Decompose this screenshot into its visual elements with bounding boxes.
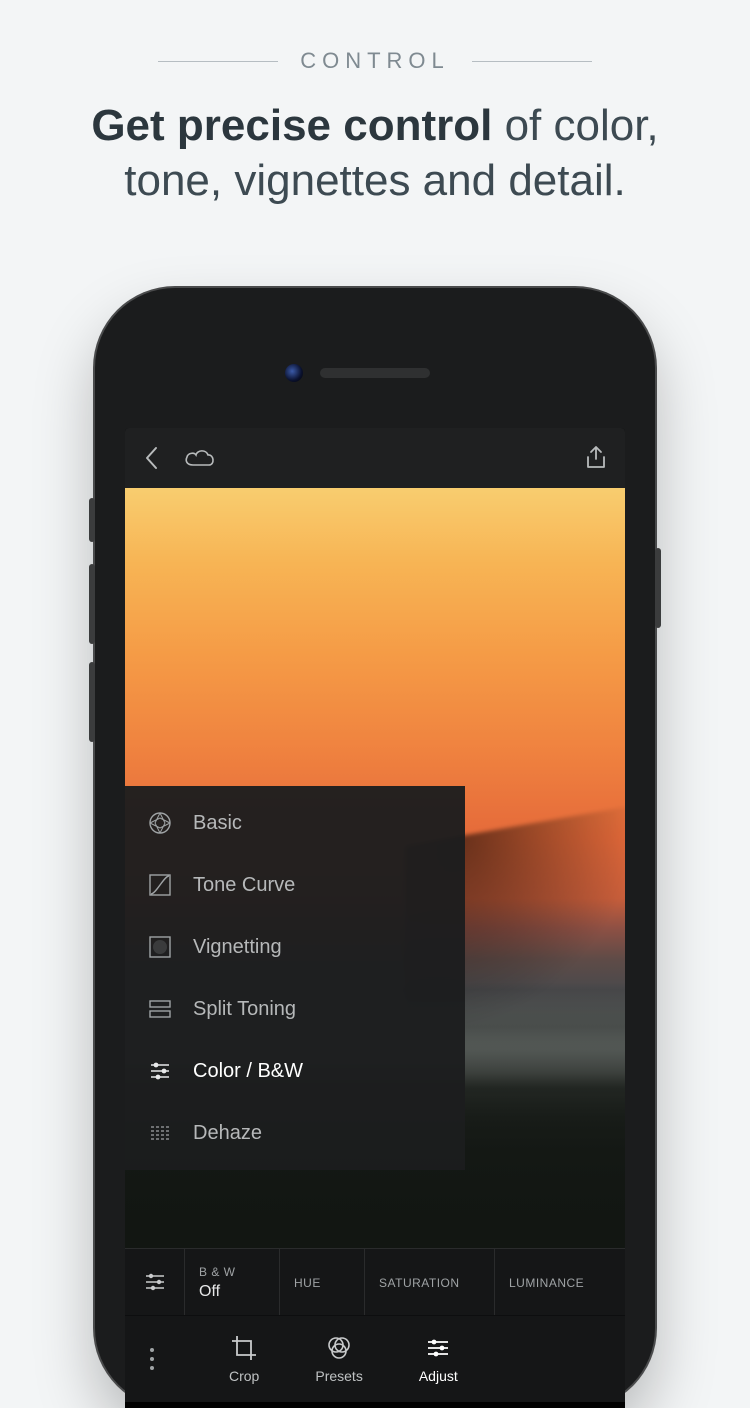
nav-label: Presets [315, 1368, 362, 1384]
tone-curve-icon [147, 872, 173, 898]
earpiece [320, 368, 430, 378]
param-cell-saturation[interactable]: SATURATION [365, 1249, 495, 1315]
aperture-icon [147, 810, 173, 836]
nav-label: Adjust [419, 1368, 458, 1384]
menu-item-label: Vignetting [193, 936, 282, 959]
top-bar [125, 428, 625, 488]
param-value: Off [199, 1283, 265, 1301]
menu-item-vignetting[interactable]: Vignetting [125, 916, 465, 978]
adjust-icon [424, 1334, 452, 1362]
back-button[interactable] [143, 445, 161, 471]
menu-item-basic[interactable]: Basic [125, 792, 465, 854]
param-cell-luminance[interactable]: LUMINANCE [495, 1249, 615, 1315]
eyebrow-rule-right [472, 61, 592, 62]
volume-up [89, 564, 95, 644]
mute-switch [89, 498, 95, 542]
crop-icon [230, 1334, 258, 1362]
menu-item-label: Dehaze [193, 1122, 262, 1145]
nav-item-crop[interactable]: Crop [229, 1334, 259, 1384]
share-button[interactable] [585, 445, 607, 471]
volume-down [89, 662, 95, 742]
nav-item-adjust[interactable]: Adjust [419, 1334, 458, 1384]
promo-header: CONTROL Get precise control of color, to… [0, 0, 750, 208]
menu-item-color-bw[interactable]: Color / B&W [125, 1040, 465, 1102]
menu-item-dehaze[interactable]: Dehaze [125, 1102, 465, 1164]
menu-item-label: Basic [193, 812, 242, 835]
param-label: HUE [294, 1276, 350, 1290]
nav-label: Crop [229, 1368, 259, 1384]
param-cell-bw[interactable]: B & W Off [185, 1249, 280, 1315]
nav-items: Crop Presets Adjust [179, 1334, 625, 1384]
split-toning-icon [147, 996, 173, 1022]
eyebrow: CONTROL [300, 48, 450, 74]
phone-frame: Basic Tone Curve Vignetting [95, 288, 655, 1408]
eyebrow-row: CONTROL [0, 48, 750, 74]
cloud-icon[interactable] [183, 447, 217, 469]
headline: Get precise control of color, tone, vign… [0, 98, 750, 208]
menu-item-label: Tone Curve [193, 874, 295, 897]
nav-item-presets[interactable]: Presets [315, 1334, 362, 1384]
param-cell-hue[interactable]: HUE [280, 1249, 365, 1315]
param-bar: B & W Off HUE SATURATION LUMINANCE [125, 1248, 625, 1316]
presets-icon [325, 1334, 353, 1362]
front-camera [285, 364, 303, 382]
param-label: LUMINANCE [509, 1276, 601, 1290]
eyebrow-rule-left [158, 61, 278, 62]
param-lead[interactable] [125, 1249, 185, 1315]
param-label: B & W [199, 1265, 265, 1279]
menu-item-label: Color / B&W [193, 1060, 303, 1083]
menu-item-tone-curve[interactable]: Tone Curve [125, 854, 465, 916]
bottom-nav: Crop Presets Adjust [125, 1316, 625, 1402]
param-label: SATURATION [379, 1276, 480, 1290]
headline-bold: Get precise control [91, 101, 492, 150]
menu-item-label: Split Toning [193, 998, 296, 1021]
menu-item-split-toning[interactable]: Split Toning [125, 978, 465, 1040]
app-screen: Basic Tone Curve Vignetting [125, 428, 625, 1408]
vignette-icon [147, 934, 173, 960]
adjust-menu: Basic Tone Curve Vignetting [125, 786, 465, 1170]
photo-preview[interactable]: Basic Tone Curve Vignetting [125, 488, 625, 1248]
sliders-icon [147, 1058, 173, 1084]
kebab-menu[interactable] [125, 1316, 179, 1402]
power-button [655, 548, 661, 628]
dehaze-icon [147, 1120, 173, 1146]
